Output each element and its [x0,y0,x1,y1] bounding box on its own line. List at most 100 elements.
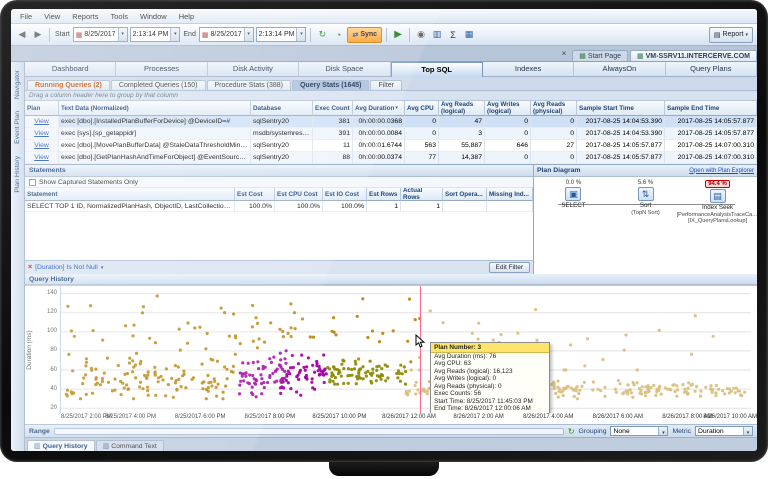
bottom-tab[interactable]: ▥ Query History [27,440,95,451]
start-time-input[interactable]: 2:13:14 PM ▾ [130,27,181,42]
sub-tab[interactable]: Running Queries (2) [27,80,110,90]
column-header[interactable]: Avg Reads (logical) [439,101,485,116]
main-tab[interactable]: Processes [116,62,207,77]
column-header[interactable]: Sample Start Time [577,101,665,116]
table-row[interactable]: View exec [dbo].[MovePlanBufferData] @St… [25,140,757,152]
menu-item[interactable]: Help [173,12,200,21]
chevron-down-icon[interactable]: ▾ [658,427,667,435]
chevron-down-icon[interactable]: ▾ [244,28,253,41]
column-header[interactable]: Est IO Cost [323,188,367,201]
sub-tab[interactable]: Query Stats (1645) [292,80,369,90]
forward-icon[interactable]: ▶ [31,28,45,42]
cell-est-io-cost: 100.0% [323,201,367,212]
table-row[interactable]: View exec [sys].[sp_getappidr] msdb/syst… [25,128,757,140]
chart-icon[interactable]: ▥ [430,28,444,42]
side-tab[interactable]: Event Plan [14,111,21,144]
column-header[interactable]: Plan [25,101,59,116]
report-button[interactable]: ▤ Report ▾ [709,27,753,43]
chevron-down-icon[interactable]: ▾ [296,28,305,41]
column-header[interactable]: Avg Writes (logical) [485,101,531,116]
menu-item[interactable]: Window [134,12,173,21]
plan-node[interactable]: 94.4 % ▤ Index Seek [PerformanceAnalysis… [682,180,753,274]
range-slider[interactable] [54,428,564,435]
view-plan-link[interactable]: View [34,154,49,161]
column-header[interactable]: Actual Rows [401,188,443,201]
refresh-icon[interactable]: ↻ [568,427,575,436]
cell-text-data: exec [dbo].[GetPlanHashAndTimeForObject]… [59,152,251,164]
end-time-input[interactable]: 2:13:14 PM ▾ [256,27,307,42]
tooltip-line: Avg CPU: 63 [431,360,549,368]
main-tab[interactable]: AlwaysOn [574,62,665,77]
start-date-input[interactable]: ▦ 8/25/2017 ▾ [73,27,128,42]
end-date-input[interactable]: ▦ 8/25/2017 ▾ [199,27,254,42]
main-tab[interactable]: Indexes [483,62,574,77]
grid-icon[interactable]: ▦ [462,28,476,42]
column-header[interactable]: Statement [25,188,235,201]
play-icon[interactable]: ▶ [391,28,405,42]
chevron-down-icon[interactable]: ▾ [101,265,104,271]
chevron-down-icon[interactable]: ▾ [743,427,752,435]
metric-select[interactable]: Duration ▾ [695,426,753,436]
edit-filter-button[interactable]: Edit Filter [489,262,530,273]
document-tab[interactable]: ▦ VM-SSRV11.INTERCERVE.COM [630,50,757,61]
side-panel-tabs: Navigator Event Plan Plan History [11,62,25,451]
grouping-select[interactable]: None ▾ [610,426,668,436]
qh-plot[interactable]: Plan Number: 3 Avg Duration (ms): 76Avg … [61,286,751,413]
sub-tab[interactable]: Completed Queries (150) [111,80,206,90]
sub-tab[interactable]: Filter [370,80,402,90]
column-header[interactable]: Est Rows [367,188,401,201]
main-tab[interactable]: Disk Space [299,62,390,77]
sigma-icon[interactable]: Σ [446,28,460,42]
column-header[interactable]: Sort Opera... [443,188,487,201]
sub-tab[interactable]: Procedure Stats (388) [207,80,291,90]
column-header[interactable]: Est CPU Cost [275,188,323,201]
table-row[interactable]: View exec [dbo].[InstalledPlanBufferForD… [25,116,757,128]
plan-node[interactable]: 5.6 % ⇅ Sort (TopN Sort) [610,180,681,274]
view-plan-link[interactable]: View [34,118,49,125]
column-header[interactable]: Avg Reads (physical) [531,101,577,116]
menu-item[interactable]: File [14,12,38,21]
checkbox-icon[interactable] [29,179,36,186]
column-header[interactable]: Database [251,101,313,116]
side-tab[interactable]: Navigator [14,70,21,99]
document-tab[interactable]: ▦ Start Page [572,50,628,61]
bottom-tab[interactable]: ▥ Command Text [96,440,164,451]
main-tab[interactable]: Dashboard [25,62,116,77]
remove-filter-icon[interactable]: × [28,264,32,271]
clock-icon[interactable]: ◔ [331,28,345,42]
menu-item[interactable]: Tools [104,12,134,21]
column-header[interactable]: Missing Ind... [487,188,533,201]
back-icon[interactable]: ◀ [15,28,29,42]
chevron-down-icon[interactable]: ▾ [170,28,179,41]
column-header[interactable]: Avg CPU [405,101,439,116]
tooltip-line: Exec Counts: 56 [431,390,549,398]
menu-item[interactable]: View [38,12,66,21]
filter-expression[interactable]: [Duration] Is Not Null [35,264,98,271]
statement-row[interactable]: SELECT TOP 1 ID, NormalizedPlanHash, Obj… [25,201,533,212]
cell-database: sqlSentry20 [251,152,313,164]
bottom-tabs: ▥ Query History ▥ Command Text [25,437,757,451]
table-row[interactable]: View exec [dbo].[GetPlanHashAndTimeForOb… [25,152,757,164]
column-header[interactable]: Exec Count [313,101,353,116]
close-icon[interactable]: × [562,49,567,58]
main-tab[interactable]: Query Plans [666,62,757,77]
show-captured-row[interactable]: Show Captured Statements Only [25,177,533,188]
open-plan-explorer-link[interactable]: Open with Plan Explorer [689,168,754,174]
view-plan-link[interactable]: View [34,130,49,137]
column-header[interactable]: Est Cost [235,188,275,201]
refresh-icon[interactable]: ↻ [315,28,329,42]
cell-avg-duration: 0h:00:01.6744 [353,140,405,152]
menu-item[interactable]: Reports [66,12,104,21]
sync-button[interactable]: ⇄ Sync [347,27,382,43]
side-tab[interactable]: Plan History [14,156,21,193]
main-tab[interactable]: Top SQL [391,62,483,77]
column-header[interactable]: Text Data (Normalized) [59,101,251,116]
column-header[interactable]: Avg Duration [353,101,405,116]
plan-node[interactable]: 0.0 % ▣ SELECT [538,180,609,274]
cell-avg-reads-logical: 14,387 [439,152,485,164]
camera-icon[interactable]: ◉ [414,28,428,42]
column-header[interactable]: Sample End Time [665,101,757,116]
chevron-down-icon[interactable]: ▾ [118,28,127,41]
view-plan-link[interactable]: View [34,142,49,149]
main-tab[interactable]: Disk Activity [208,62,299,77]
